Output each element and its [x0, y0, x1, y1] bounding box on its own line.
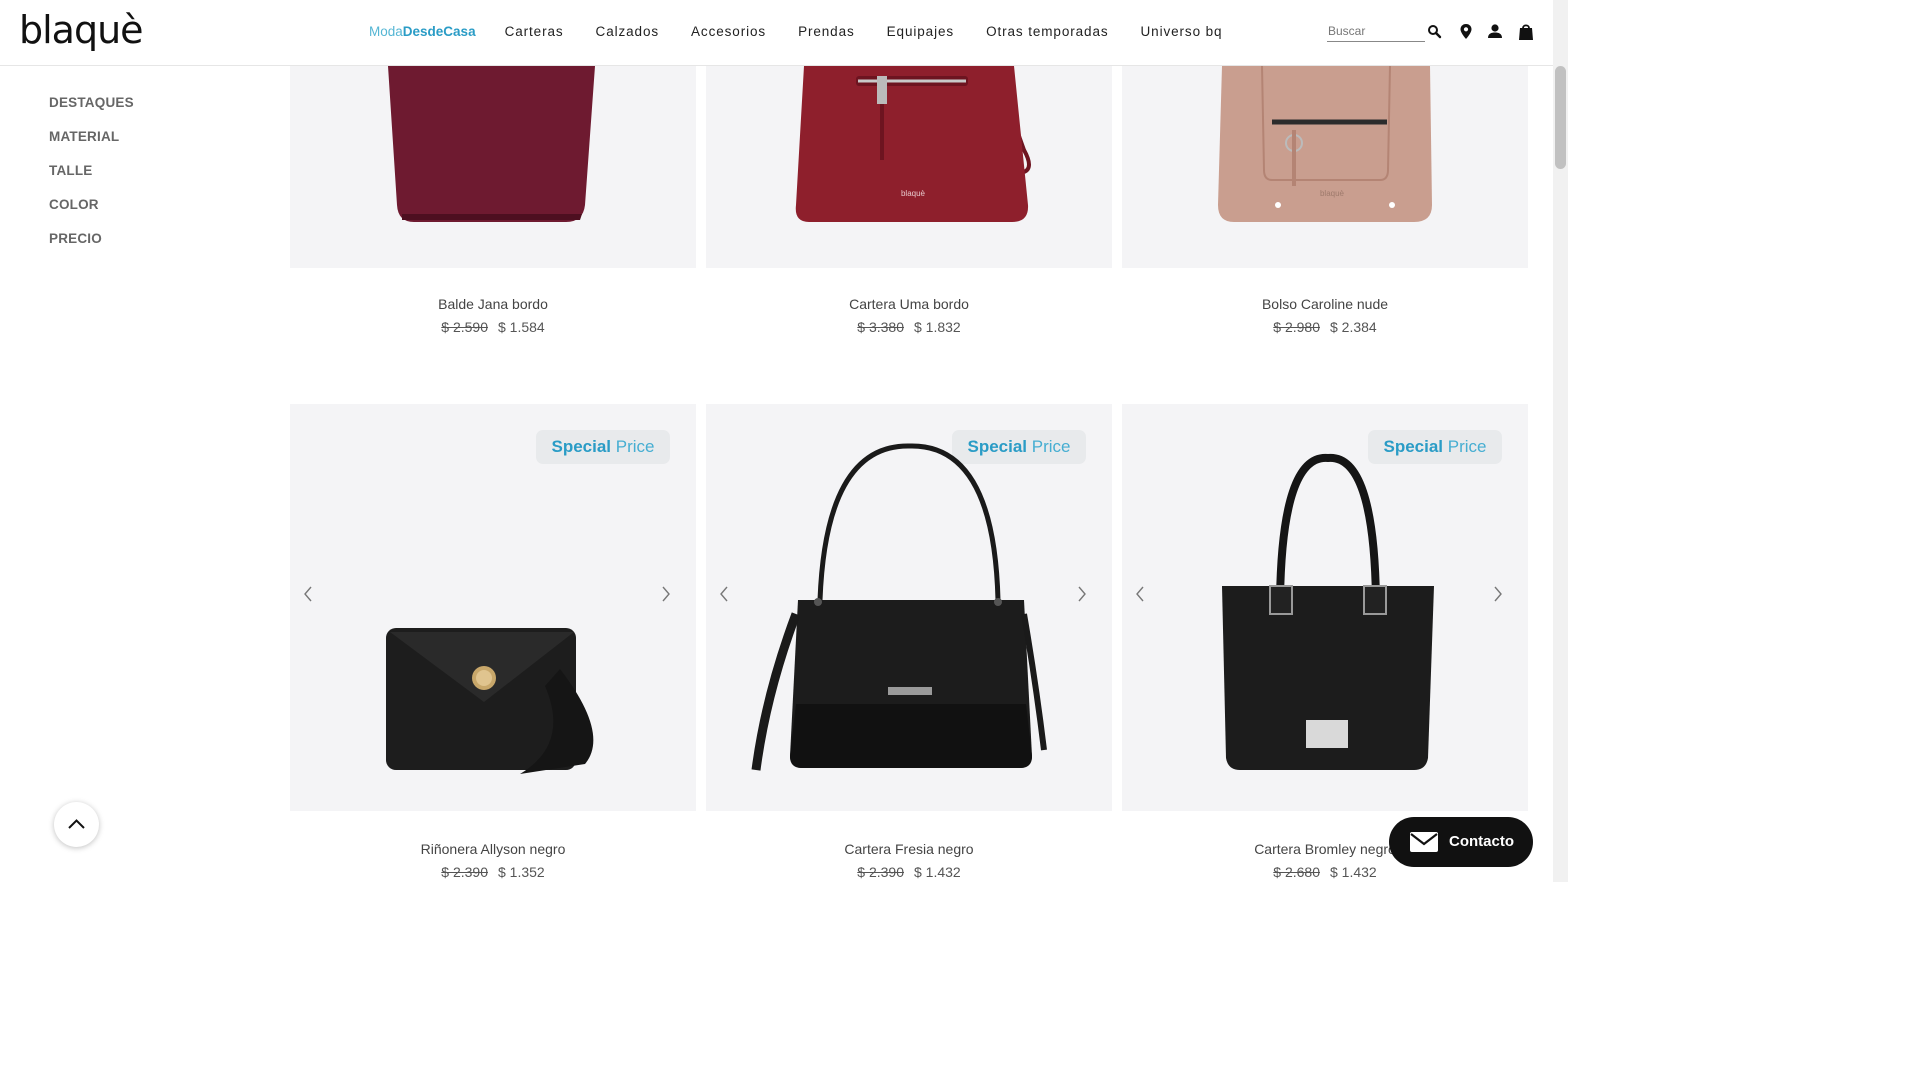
back-to-top-button[interactable] [54, 802, 99, 847]
page-scrollbar[interactable] [1553, 0, 1568, 882]
contact-label: Contacto [1449, 833, 1514, 850]
user-icon[interactable] [1485, 21, 1505, 43]
nav-moda-part1: Moda [369, 24, 403, 39]
product-image[interactable]: Special Price [1122, 404, 1528, 811]
old-price: $ 2.390 [441, 864, 488, 880]
product-image[interactable]: Special Price [706, 404, 1112, 811]
product-name[interactable]: Balde Jana bordo [290, 296, 696, 312]
old-price: $ 2.680 [1273, 864, 1320, 880]
filter-destaques[interactable]: DESTAQUES [49, 94, 134, 128]
nav-item-prendas[interactable]: Prendas [798, 24, 855, 39]
site-header: blaquè ModaDesdeCasa Carteras Calzados A… [0, 0, 1553, 66]
svg-text:blaquè: blaquè [901, 189, 926, 198]
product-photo [751, 443, 1047, 771]
location-pin-icon[interactable] [1456, 21, 1476, 43]
product-photo [386, 628, 594, 774]
product-price: $ 2.390 $ 1.352 [290, 864, 696, 880]
search-icon[interactable] [1425, 21, 1445, 43]
product-image[interactable]: Special Price [290, 404, 696, 811]
filter-precio[interactable]: PRECIO [49, 230, 134, 264]
nav-item-otras-temporadas[interactable]: Otras temporadas [986, 24, 1108, 39]
main-nav: ModaDesdeCasa Carteras Calzados Accesori… [369, 24, 1254, 39]
filter-material[interactable]: MATERIAL [49, 128, 134, 162]
nav-moda-part2: DesdeCasa [402, 24, 476, 39]
sale-price: $ 1.432 [914, 864, 961, 880]
product-price: $ 2.590 $ 1.584 [290, 319, 696, 335]
filter-color[interactable]: COLOR [49, 196, 134, 230]
envelope-icon [1410, 832, 1438, 852]
brand-logo[interactable]: blaquè [19, 8, 144, 52]
old-price: $ 2.980 [1273, 319, 1320, 335]
product-name[interactable]: Cartera Fresia negro [706, 841, 1112, 857]
sale-price: $ 2.384 [1330, 319, 1377, 335]
product-name[interactable]: Riñonera Allyson negro [290, 841, 696, 857]
sale-price: $ 1.432 [1330, 864, 1377, 880]
nav-item-equipajes[interactable]: Equipajes [887, 24, 954, 39]
sale-price: $ 1.584 [498, 319, 545, 335]
filter-sidebar: DESTAQUES MATERIAL TALLE COLOR PRECIO [49, 94, 134, 264]
chevron-up-icon [68, 819, 85, 829]
sale-price: $ 1.832 [914, 319, 961, 335]
search-input[interactable] [1327, 22, 1425, 40]
product-price: $ 3.380 $ 1.832 [706, 319, 1112, 335]
product-price: $ 2.980 $ 2.384 [1122, 319, 1528, 335]
old-price: $ 2.590 [441, 319, 488, 335]
product-name[interactable]: Bolso Caroline nude [1122, 296, 1528, 312]
nav-item-carteras[interactable]: Carteras [505, 24, 564, 39]
nav-item-calzados[interactable]: Calzados [596, 24, 659, 39]
search-field [1327, 22, 1425, 42]
sale-price: $ 1.352 [498, 864, 545, 880]
filter-talle[interactable]: TALLE [49, 162, 134, 196]
product-name[interactable]: Cartera Uma bordo [706, 296, 1112, 312]
nav-item-accesorios[interactable]: Accesorios [691, 24, 766, 39]
contact-button[interactable]: Contacto [1389, 817, 1533, 867]
product-photo [1222, 453, 1434, 770]
old-price: $ 2.390 [857, 864, 904, 880]
nav-item-moda-desde-casa[interactable]: ModaDesdeCasa [369, 24, 476, 39]
nav-item-universo-bq[interactable]: Universo bq [1141, 24, 1223, 39]
shopping-bag-icon[interactable] [1516, 21, 1536, 43]
svg-text:blaquè: blaquè [1320, 189, 1345, 198]
product-price: $ 2.390 $ 1.432 [706, 864, 1112, 880]
scrollbar-thumb[interactable] [1555, 66, 1566, 169]
old-price: $ 3.380 [857, 319, 904, 335]
